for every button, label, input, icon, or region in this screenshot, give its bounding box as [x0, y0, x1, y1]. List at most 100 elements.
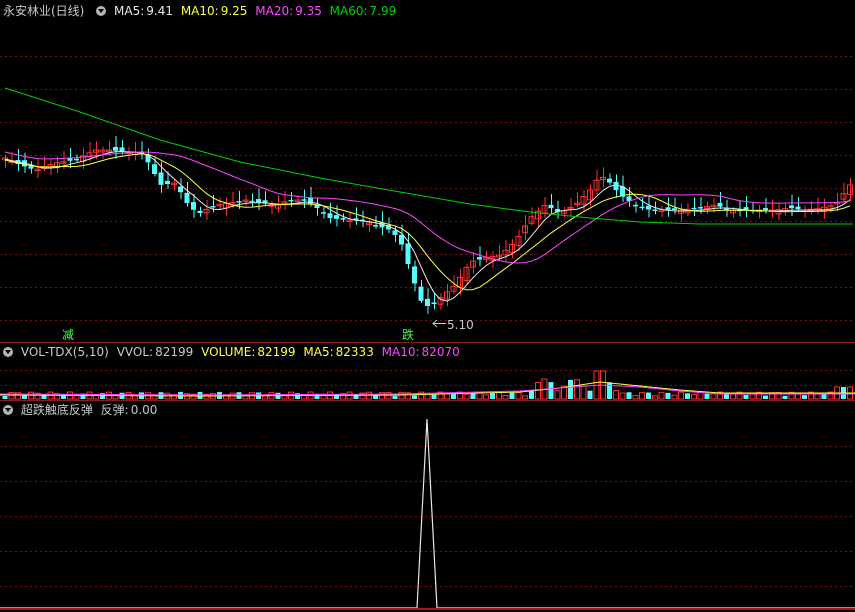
vol-indicator-label: VOL-TDX(5,10) [20, 345, 109, 359]
volume-bar [8, 391, 15, 400]
ma60-label: MA60: [329, 4, 368, 18]
candle-body [607, 178, 612, 183]
candle-body [158, 172, 164, 185]
candle-body [321, 212, 326, 214]
volume-bar [132, 395, 138, 400]
candle-body [340, 218, 346, 220]
candle-body [431, 302, 437, 304]
candle-body [691, 207, 697, 210]
candle-body [399, 234, 404, 245]
indicator-header: 超跌触底反弹 反弹: 0.00 [0, 401, 161, 419]
price-header: 永安林业(日线) MA5: 9.41 MA10: 9.25 MA20: 9.35 MA… [0, 2, 400, 20]
volume-bar [587, 390, 593, 399]
candle-body [327, 213, 333, 218]
candle-body [633, 204, 638, 207]
ma20-line [4, 151, 851, 264]
vvol-value: 82199 [155, 345, 194, 359]
volume-bar [607, 382, 612, 399]
candle-body [178, 186, 183, 193]
volume-bar [515, 392, 522, 400]
candle-body [789, 205, 794, 209]
candle-body [763, 208, 768, 210]
volume-bar [392, 395, 398, 399]
candle-body [165, 180, 170, 184]
candle-body [418, 286, 424, 301]
candle-body [210, 205, 216, 208]
volume-bar [802, 395, 807, 399]
volume-bar [743, 394, 749, 399]
volume-bar [2, 396, 8, 399]
volume-bar [431, 394, 437, 399]
volume-bar [412, 395, 417, 399]
indicator-value: 0.00 [130, 403, 158, 417]
ma5-line [4, 150, 851, 302]
volume-bar [691, 394, 697, 400]
candle-body [548, 204, 554, 209]
volume-bar [398, 391, 405, 400]
price-chart[interactable]: 减 跌 5.10 [0, 0, 855, 342]
collapse-toggle-icon[interactable] [3, 347, 13, 357]
volume-bar [580, 385, 587, 400]
volume-bar [646, 392, 651, 399]
candle-body [698, 207, 703, 209]
volume-bar [658, 391, 665, 400]
collapse-toggle-icon[interactable] [96, 6, 107, 16]
vol-ma10-value: 82070 [421, 345, 460, 359]
volume-bar [782, 395, 788, 399]
volume-bar [444, 393, 450, 400]
volume-bar [22, 395, 27, 399]
candle-body [412, 266, 417, 284]
candle-body [288, 199, 294, 202]
volume-bar [710, 393, 717, 400]
vol-ma10-line [0, 384, 855, 396]
bottom-border [0, 608, 855, 610]
volume-bar [496, 391, 502, 400]
candle-body [236, 201, 242, 203]
volume-bar [483, 394, 489, 400]
candle-body [672, 208, 677, 210]
ma5-label: MA5: [114, 4, 145, 18]
price-pane[interactable]: 永安林业(日线) MA5: 9.41 MA10: 9.25 MA20: 9.35 MA… [0, 0, 855, 342]
volume-bar [529, 390, 534, 399]
volume-bar [548, 382, 554, 399]
candle-body [477, 257, 482, 260]
volume-bar [262, 395, 268, 400]
volume-bar [574, 379, 580, 400]
candle-body [613, 181, 619, 191]
volume-bar [619, 392, 626, 400]
volume-bar [470, 393, 476, 399]
volume-bar [632, 395, 639, 400]
ma10-value: 9.25 [220, 4, 248, 18]
volume-label: VOLUME: [201, 345, 256, 359]
marker-jian-label: 减 [62, 328, 74, 342]
candle-body [392, 230, 398, 235]
rebound-signal-line [0, 418, 855, 609]
volume-bar [373, 395, 378, 399]
volume-bar [509, 392, 515, 399]
volume-bar [685, 393, 690, 399]
volume-bar [490, 393, 495, 399]
candle-body [249, 200, 255, 203]
candle-body [152, 164, 157, 174]
volume-bar [451, 394, 456, 399]
volume-bar [763, 395, 768, 399]
stock-title: 永安林业(日线) [3, 4, 85, 18]
volume-bar [704, 393, 710, 399]
vol-ma10-label: MA10: [381, 345, 420, 359]
volume-bar [678, 391, 684, 400]
ma20-value: 9.35 [295, 4, 322, 18]
volume-bar [665, 392, 671, 399]
volume-bar [724, 394, 729, 399]
ma20-label: MA20: [255, 4, 294, 18]
candle-body [28, 166, 34, 169]
volume-bar [554, 389, 561, 400]
indicator-chart[interactable] [0, 401, 855, 612]
candle-body [717, 202, 723, 207]
collapse-toggle-icon[interactable] [3, 405, 13, 415]
volume-bar [522, 395, 528, 400]
vol-ma5-value: 82333 [335, 345, 374, 359]
volume-bar [652, 395, 658, 400]
volume-value: 82199 [257, 345, 296, 359]
volume-pane[interactable]: VOL-TDX(5,10) VVOL: 82199 VOLUME: 82199 MA… [0, 343, 855, 400]
indicator-pane[interactable]: 超跌触底反弹 反弹: 0.00 [0, 401, 855, 612]
